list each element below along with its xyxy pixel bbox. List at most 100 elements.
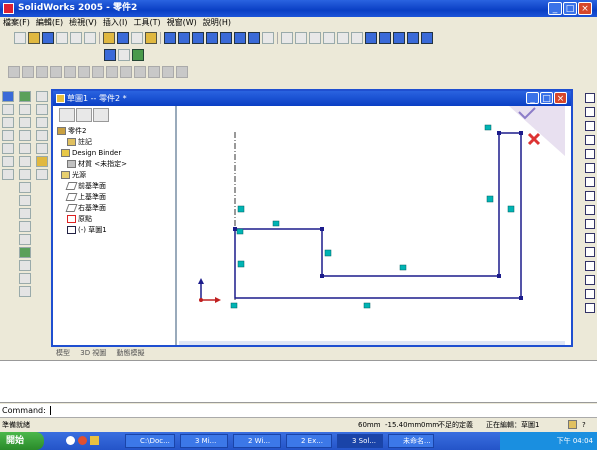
- view-normal-icon[interactable]: [247, 32, 260, 44]
- coincident-relation-icon[interactable]: [236, 228, 244, 235]
- command-line[interactable]: Command:: [0, 404, 597, 418]
- partial-ellipse-icon[interactable]: [585, 261, 595, 271]
- three-point-arc-icon[interactable]: [585, 233, 595, 243]
- revolve-icon[interactable]: [19, 104, 31, 115]
- spline-icon[interactable]: [175, 66, 188, 78]
- taskbar-item-doc[interactable]: C:\Doc...: [125, 434, 175, 448]
- reference-plane-icon[interactable]: [36, 143, 48, 154]
- taskbar-item-ex[interactable]: 2 Ex...: [286, 434, 332, 448]
- parallelogram-icon[interactable]: [585, 149, 595, 159]
- menu-insert[interactable]: 插入(I): [100, 17, 131, 29]
- hidden-lines-icon[interactable]: [378, 32, 391, 44]
- tree-item-material[interactable]: 材質 <未指定>: [67, 159, 127, 170]
- perimeter-circle-icon[interactable]: [585, 191, 595, 201]
- sketch-point-icon[interactable]: [585, 303, 595, 313]
- print-icon[interactable]: [55, 32, 68, 44]
- doc-restore-button[interactable]: □: [540, 92, 553, 104]
- perspective-icon[interactable]: [420, 32, 433, 44]
- media-icon[interactable]: [78, 436, 87, 445]
- menu-help[interactable]: 說明(H): [200, 17, 234, 29]
- line-icon[interactable]: [7, 66, 20, 78]
- folder-icon[interactable]: [90, 436, 99, 445]
- menu-edit[interactable]: 編輯(E): [33, 17, 66, 29]
- feature-manager-tab[interactable]: [59, 108, 75, 122]
- horizontal-scrollbar[interactable]: [179, 341, 565, 345]
- view-back-icon[interactable]: [177, 32, 190, 44]
- ie-icon[interactable]: [66, 436, 75, 445]
- polygon-icon[interactable]: [49, 66, 62, 78]
- offset-icon[interactable]: [91, 66, 104, 78]
- linear-pattern-icon[interactable]: [36, 91, 48, 102]
- ellipse-icon[interactable]: [585, 247, 595, 257]
- save-icon[interactable]: [41, 32, 54, 44]
- reference-axis-icon[interactable]: [36, 156, 48, 167]
- centerline-icon[interactable]: [161, 66, 174, 78]
- tree-item-sketch1[interactable]: (-) 草圖1: [67, 225, 107, 236]
- start-button[interactable]: 開始: [0, 432, 44, 450]
- chamfer-icon[interactable]: [133, 66, 146, 78]
- extrude-icon[interactable]: [19, 91, 31, 102]
- fillet-feature-icon[interactable]: [19, 195, 31, 206]
- vertical-relation-icon[interactable]: [507, 205, 515, 213]
- draft-icon[interactable]: [19, 247, 31, 258]
- taskbar-item-untitled[interactable]: 未命名...: [388, 434, 434, 448]
- section-view-icon[interactable]: [406, 32, 419, 44]
- loft-icon[interactable]: [19, 130, 31, 141]
- rib-icon[interactable]: [19, 221, 31, 232]
- spline-tool-icon[interactable]: [585, 289, 595, 299]
- horizontal-relation-icon[interactable]: [363, 302, 371, 309]
- circular-pattern-icon[interactable]: [36, 104, 48, 115]
- graphics-area[interactable]: [179, 106, 565, 345]
- balloon-icon[interactable]: [2, 143, 14, 154]
- pan-icon[interactable]: [350, 32, 363, 44]
- point-icon[interactable]: [147, 66, 160, 78]
- add-relation-icon[interactable]: [131, 49, 144, 61]
- hole-callout-icon[interactable]: [2, 156, 14, 167]
- print-preview-icon[interactable]: [69, 32, 82, 44]
- tangent-arc-icon[interactable]: [585, 219, 595, 229]
- tree-item-front-plane[interactable]: 前基準面: [65, 181, 106, 192]
- sketch-icon[interactable]: [103, 49, 116, 61]
- wireframe-icon[interactable]: [364, 32, 377, 44]
- centerpoint-arc-icon[interactable]: [585, 205, 595, 215]
- sweep-icon[interactable]: [19, 117, 31, 128]
- menu-tools[interactable]: 工具(T): [130, 17, 163, 29]
- trim-icon[interactable]: [63, 66, 76, 78]
- rectangle-icon[interactable]: [585, 135, 595, 145]
- tab-motion-study[interactable]: 動態模擬: [117, 349, 145, 357]
- tab-3d-views[interactable]: 3D 視圖: [80, 349, 106, 357]
- fillet-icon[interactable]: [119, 66, 132, 78]
- taskbar-item-solidworks[interactable]: 3 Sol...: [337, 434, 383, 448]
- tree-item-right-plane[interactable]: 右基準面: [65, 203, 106, 214]
- grid-icon[interactable]: [585, 107, 595, 117]
- parabola-icon[interactable]: [585, 275, 595, 285]
- zoom-select-icon[interactable]: [322, 32, 335, 44]
- annotation-note-icon[interactable]: [2, 91, 14, 102]
- tree-item-annotations[interactable]: 註記: [67, 137, 92, 148]
- light-icon[interactable]: [102, 32, 115, 44]
- dome-icon[interactable]: [19, 273, 31, 284]
- weld-icon[interactable]: [2, 130, 14, 141]
- select-icon[interactable]: [585, 93, 595, 103]
- undo-icon[interactable]: [83, 32, 96, 44]
- hole-wizard-icon[interactable]: [19, 260, 31, 271]
- tree-item-top-plane[interactable]: 上基準面: [65, 192, 106, 203]
- rotate-icon[interactable]: [336, 32, 349, 44]
- taskbar-item-wi[interactable]: 2 Wi...: [233, 434, 281, 448]
- help-icon[interactable]: [144, 32, 157, 44]
- center-mark-icon[interactable]: [2, 169, 14, 180]
- view-iso-icon[interactable]: [233, 32, 246, 44]
- cut-sweep-icon[interactable]: [19, 169, 31, 180]
- view-top-icon[interactable]: [219, 32, 232, 44]
- rebuild-icon[interactable]: [116, 32, 129, 44]
- clock[interactable]: 下午 04:04: [557, 437, 593, 445]
- doc-minimize-button[interactable]: _: [526, 92, 539, 104]
- vertical-relation-icon[interactable]: [486, 195, 494, 203]
- smart-dimension-icon[interactable]: [117, 49, 130, 61]
- tree-item-origin[interactable]: 原點: [67, 214, 92, 225]
- view-left-icon[interactable]: [191, 32, 204, 44]
- mirror-icon[interactable]: [105, 66, 118, 78]
- new-file-icon[interactable]: [13, 32, 26, 44]
- zoom-fit-icon[interactable]: [280, 32, 293, 44]
- restore-button[interactable]: □: [563, 2, 577, 15]
